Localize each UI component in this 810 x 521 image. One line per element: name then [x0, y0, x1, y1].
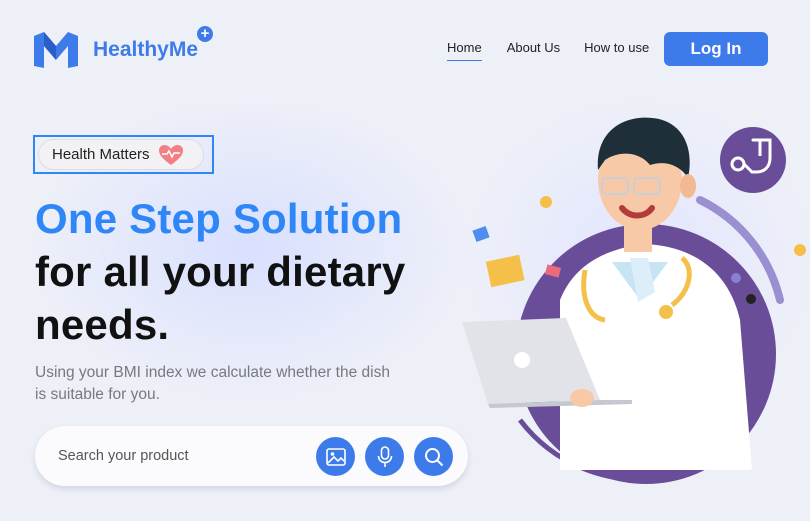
search-bar: [35, 426, 468, 486]
badge-label: Health Matters: [52, 146, 150, 163]
nav-how-to-use-link[interactable]: How to use: [584, 40, 649, 55]
health-badge[interactable]: Health Matters: [38, 139, 204, 170]
logo[interactable]: HealthyMe +: [34, 26, 214, 68]
main-nav: Home About Us How to use: [447, 40, 649, 61]
search-input[interactable]: [58, 448, 298, 464]
search-submit-button[interactable]: [414, 437, 453, 476]
headline-line-2: for all your dietary: [35, 248, 406, 295]
hero-subtitle: Using your BMI index we calculate whethe…: [35, 364, 390, 403]
voice-search-button[interactable]: [365, 437, 404, 476]
hero-headline: One Step Solution for all your dietary n…: [35, 192, 405, 351]
stethoscope-icon: [720, 127, 786, 193]
logo-m-icon: [34, 32, 78, 68]
login-button[interactable]: Log In: [664, 32, 768, 66]
headline-blue-line: One Step Solution: [35, 195, 403, 242]
image-icon: [325, 447, 346, 466]
image-search-button[interactable]: [316, 437, 355, 476]
microphone-icon: [377, 445, 392, 467]
headline-line-3: needs.: [35, 301, 170, 348]
nav-home-link[interactable]: Home: [447, 40, 482, 61]
doctor-illustration: [462, 117, 806, 484]
heart-icon: [158, 144, 183, 165]
nav-about-link[interactable]: About Us: [507, 40, 560, 55]
brand-plus-icon: +: [197, 26, 214, 42]
search-icon: [424, 447, 443, 466]
brand-name: HealthyMe +: [93, 26, 214, 62]
